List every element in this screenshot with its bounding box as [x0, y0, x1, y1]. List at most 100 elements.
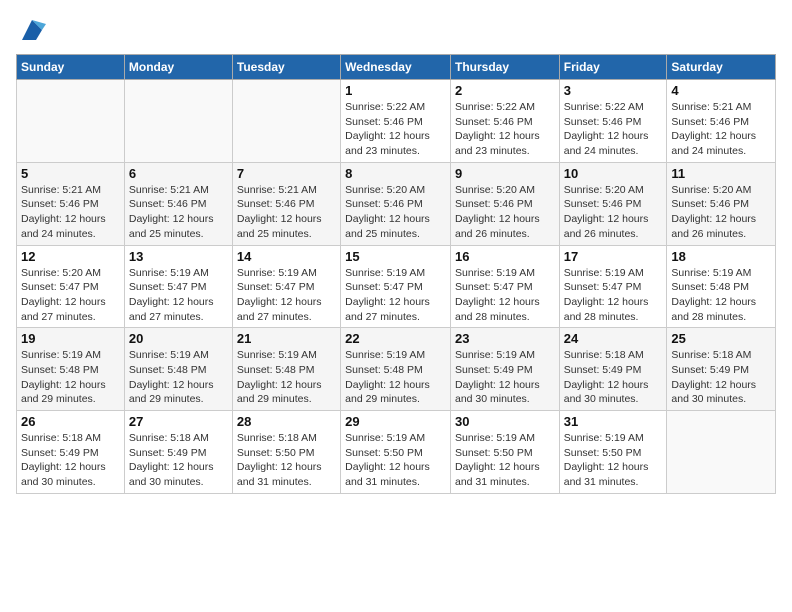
day-number: 16 — [455, 249, 555, 264]
weekday-header: Sunday — [17, 55, 125, 80]
day-info: Sunrise: 5:18 AMSunset: 5:50 PMDaylight:… — [237, 431, 336, 490]
page-header — [16, 16, 776, 44]
calendar-cell: 26 Sunrise: 5:18 AMSunset: 5:49 PMDayligh… — [17, 411, 125, 494]
calendar-cell — [232, 80, 340, 163]
calendar-cell: 21 Sunrise: 5:19 AMSunset: 5:48 PMDayligh… — [232, 328, 340, 411]
day-info: Sunrise: 5:20 AMSunset: 5:46 PMDaylight:… — [671, 183, 771, 242]
day-info: Sunrise: 5:18 AMSunset: 5:49 PMDaylight:… — [21, 431, 120, 490]
weekday-header: Monday — [124, 55, 232, 80]
calendar-cell: 17 Sunrise: 5:19 AMSunset: 5:47 PMDayligh… — [559, 245, 667, 328]
day-info: Sunrise: 5:19 AMSunset: 5:47 PMDaylight:… — [455, 266, 555, 325]
calendar-cell: 24 Sunrise: 5:18 AMSunset: 5:49 PMDayligh… — [559, 328, 667, 411]
day-info: Sunrise: 5:22 AMSunset: 5:46 PMDaylight:… — [455, 100, 555, 159]
day-info: Sunrise: 5:19 AMSunset: 5:48 PMDaylight:… — [129, 348, 228, 407]
logo-icon — [18, 16, 46, 44]
day-number: 22 — [345, 331, 446, 346]
calendar-cell: 12 Sunrise: 5:20 AMSunset: 5:47 PMDayligh… — [17, 245, 125, 328]
calendar-cell: 14 Sunrise: 5:19 AMSunset: 5:47 PMDayligh… — [232, 245, 340, 328]
day-number: 12 — [21, 249, 120, 264]
day-info: Sunrise: 5:21 AMSunset: 5:46 PMDaylight:… — [21, 183, 120, 242]
day-info: Sunrise: 5:19 AMSunset: 5:49 PMDaylight:… — [455, 348, 555, 407]
calendar-cell: 16 Sunrise: 5:19 AMSunset: 5:47 PMDayligh… — [450, 245, 559, 328]
day-number: 8 — [345, 166, 446, 181]
day-info: Sunrise: 5:19 AMSunset: 5:48 PMDaylight:… — [237, 348, 336, 407]
day-info: Sunrise: 5:20 AMSunset: 5:46 PMDaylight:… — [345, 183, 446, 242]
weekday-header: Tuesday — [232, 55, 340, 80]
day-number: 19 — [21, 331, 120, 346]
day-number: 25 — [671, 331, 771, 346]
calendar-cell: 4 Sunrise: 5:21 AMSunset: 5:46 PMDaylight… — [667, 80, 776, 163]
day-number: 5 — [21, 166, 120, 181]
calendar-cell: 5 Sunrise: 5:21 AMSunset: 5:46 PMDaylight… — [17, 162, 125, 245]
day-info: Sunrise: 5:19 AMSunset: 5:47 PMDaylight:… — [564, 266, 663, 325]
calendar-cell: 11Sunrise: 5:20 AMSunset: 5:46 PMDayligh… — [667, 162, 776, 245]
day-number: 26 — [21, 414, 120, 429]
calendar-table: SundayMondayTuesdayWednesdayThursdayFrid… — [16, 54, 776, 494]
day-info: Sunrise: 5:22 AMSunset: 5:46 PMDaylight:… — [345, 100, 446, 159]
day-number: 15 — [345, 249, 446, 264]
calendar-cell: 19 Sunrise: 5:19 AMSunset: 5:48 PMDayligh… — [17, 328, 125, 411]
day-number: 20 — [129, 331, 228, 346]
day-number: 21 — [237, 331, 336, 346]
day-number: 17 — [564, 249, 663, 264]
calendar-cell: 1Sunrise: 5:22 AMSunset: 5:46 PMDaylight… — [341, 80, 451, 163]
calendar-cell: 3 Sunrise: 5:22 AMSunset: 5:46 PMDaylight… — [559, 80, 667, 163]
calendar-cell — [124, 80, 232, 163]
day-info: Sunrise: 5:22 AMSunset: 5:46 PMDaylight:… — [564, 100, 663, 159]
day-number: 2 — [455, 83, 555, 98]
day-number: 18 — [671, 249, 771, 264]
day-info: Sunrise: 5:20 AMSunset: 5:46 PMDaylight:… — [455, 183, 555, 242]
logo — [16, 16, 46, 44]
calendar-cell: 25Sunrise: 5:18 AMSunset: 5:49 PMDayligh… — [667, 328, 776, 411]
day-info: Sunrise: 5:19 AMSunset: 5:48 PMDaylight:… — [345, 348, 446, 407]
day-info: Sunrise: 5:18 AMSunset: 5:49 PMDaylight:… — [129, 431, 228, 490]
calendar-header: SundayMondayTuesdayWednesdayThursdayFrid… — [17, 55, 776, 80]
day-info: Sunrise: 5:19 AMSunset: 5:47 PMDaylight:… — [237, 266, 336, 325]
weekday-header: Friday — [559, 55, 667, 80]
day-number: 9 — [455, 166, 555, 181]
day-info: Sunrise: 5:21 AMSunset: 5:46 PMDaylight:… — [671, 100, 771, 159]
day-number: 6 — [129, 166, 228, 181]
day-info: Sunrise: 5:21 AMSunset: 5:46 PMDaylight:… — [129, 183, 228, 242]
day-info: Sunrise: 5:18 AMSunset: 5:49 PMDaylight:… — [564, 348, 663, 407]
day-info: Sunrise: 5:19 AMSunset: 5:50 PMDaylight:… — [455, 431, 555, 490]
calendar-cell: 10 Sunrise: 5:20 AMSunset: 5:46 PMDayligh… — [559, 162, 667, 245]
day-number: 23 — [455, 331, 555, 346]
calendar-cell: 7 Sunrise: 5:21 AMSunset: 5:46 PMDaylight… — [232, 162, 340, 245]
day-info: Sunrise: 5:19 AMSunset: 5:48 PMDaylight:… — [671, 266, 771, 325]
day-info: Sunrise: 5:21 AMSunset: 5:46 PMDaylight:… — [237, 183, 336, 242]
calendar-cell: 13 Sunrise: 5:19 AMSunset: 5:47 PMDayligh… — [124, 245, 232, 328]
day-number: 24 — [564, 331, 663, 346]
calendar-cell: 28Sunrise: 5:18 AMSunset: 5:50 PMDayligh… — [232, 411, 340, 494]
day-info: Sunrise: 5:19 AMSunset: 5:47 PMDaylight:… — [129, 266, 228, 325]
day-number: 4 — [671, 83, 771, 98]
day-number: 29 — [345, 414, 446, 429]
calendar-cell: 6 Sunrise: 5:21 AMSunset: 5:46 PMDaylight… — [124, 162, 232, 245]
calendar-cell: 2 Sunrise: 5:22 AMSunset: 5:46 PMDaylight… — [450, 80, 559, 163]
calendar-cell: 31 Sunrise: 5:19 AMSunset: 5:50 PMDayligh… — [559, 411, 667, 494]
day-number: 3 — [564, 83, 663, 98]
weekday-header: Saturday — [667, 55, 776, 80]
day-info: Sunrise: 5:19 AMSunset: 5:48 PMDaylight:… — [21, 348, 120, 407]
day-info: Sunrise: 5:20 AMSunset: 5:46 PMDaylight:… — [564, 183, 663, 242]
calendar-cell: 18 Sunrise: 5:19 AMSunset: 5:48 PMDayligh… — [667, 245, 776, 328]
day-number: 31 — [564, 414, 663, 429]
day-number: 7 — [237, 166, 336, 181]
calendar-cell: 8 Sunrise: 5:20 AMSunset: 5:46 PMDaylight… — [341, 162, 451, 245]
calendar-cell: 30Sunrise: 5:19 AMSunset: 5:50 PMDayligh… — [450, 411, 559, 494]
calendar-cell: 15 Sunrise: 5:19 AMSunset: 5:47 PMDayligh… — [341, 245, 451, 328]
day-number: 10 — [564, 166, 663, 181]
day-info: Sunrise: 5:19 AMSunset: 5:50 PMDaylight:… — [345, 431, 446, 490]
day-number: 27 — [129, 414, 228, 429]
day-number: 13 — [129, 249, 228, 264]
day-number: 14 — [237, 249, 336, 264]
calendar-cell: 20 Sunrise: 5:19 AMSunset: 5:48 PMDayligh… — [124, 328, 232, 411]
day-info: Sunrise: 5:19 AMSunset: 5:47 PMDaylight:… — [345, 266, 446, 325]
calendar-cell: 23 Sunrise: 5:19 AMSunset: 5:49 PMDayligh… — [450, 328, 559, 411]
calendar-cell: 9 Sunrise: 5:20 AMSunset: 5:46 PMDaylight… — [450, 162, 559, 245]
calendar-cell: 22 Sunrise: 5:19 AMSunset: 5:48 PMDayligh… — [341, 328, 451, 411]
day-info: Sunrise: 5:20 AMSunset: 5:47 PMDaylight:… — [21, 266, 120, 325]
weekday-header: Wednesday — [341, 55, 451, 80]
calendar-cell — [17, 80, 125, 163]
day-info: Sunrise: 5:19 AMSunset: 5:50 PMDaylight:… — [564, 431, 663, 490]
